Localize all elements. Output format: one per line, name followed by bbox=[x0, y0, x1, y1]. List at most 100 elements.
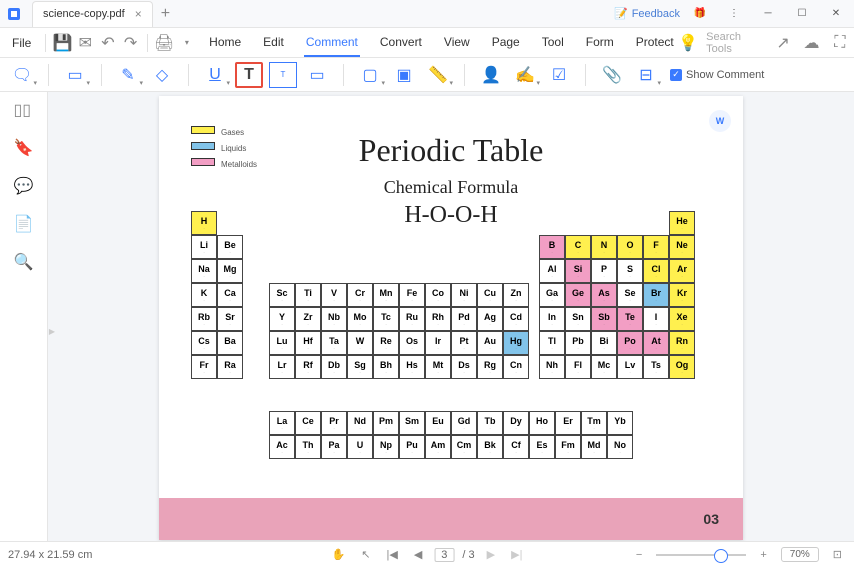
element-Ra: Ra. bbox=[217, 355, 243, 379]
document-viewer[interactable]: ▶ W GasesLiquidsMetalloids Periodic Tabl… bbox=[48, 92, 854, 541]
feedback-button[interactable]: 📝 Feedback bbox=[614, 7, 680, 20]
hide-tool[interactable]: ⊟ bbox=[632, 62, 660, 88]
pdf-page: W GasesLiquidsMetalloids Periodic Table … bbox=[159, 96, 743, 540]
element-Al: Al. bbox=[539, 259, 565, 283]
element-Mo: Mo. bbox=[347, 307, 373, 331]
page-number: 03 bbox=[703, 511, 719, 527]
element-Cr: Cr. bbox=[347, 283, 373, 307]
element-Bk: Bk. bbox=[477, 435, 503, 459]
select-tool-icon[interactable]: ↖ bbox=[357, 546, 374, 563]
separator bbox=[343, 64, 344, 86]
separator bbox=[45, 34, 46, 52]
print-icon[interactable]: 🖨 bbox=[154, 32, 175, 54]
pencil-tool[interactable]: ✎ bbox=[114, 62, 142, 88]
thumbnails-icon[interactable]: ▯▯ bbox=[14, 100, 34, 120]
note-tool[interactable]: 🗨 bbox=[8, 62, 36, 88]
gift-icon[interactable]: 🎁 bbox=[686, 3, 714, 25]
expand-icon[interactable]: ⛶ bbox=[830, 32, 850, 54]
highlight-tool[interactable]: ▭ bbox=[61, 62, 89, 88]
element-Fe: Fe. bbox=[399, 283, 425, 307]
element-Gd: Gd. bbox=[451, 411, 477, 435]
bookmark-icon[interactable]: 🔖 bbox=[14, 138, 34, 158]
current-page[interactable]: 3 bbox=[434, 548, 454, 562]
element-Bh: Bh. bbox=[373, 355, 399, 379]
menu-tab-convert[interactable]: Convert bbox=[378, 29, 424, 57]
redo-icon[interactable]: ↷ bbox=[120, 32, 141, 54]
prev-page-icon[interactable]: ◀ bbox=[410, 546, 426, 563]
hand-tool-icon[interactable]: ✋ bbox=[328, 546, 350, 563]
close-window-button[interactable]: ✕ bbox=[822, 3, 850, 25]
element-Cs: Cs. bbox=[191, 331, 217, 355]
menubar: File 💾 ✉ ↶ ↷ 🖨 ▾ Home Edit Comment Convert V… bbox=[0, 28, 854, 58]
file-menu[interactable]: File bbox=[4, 32, 39, 54]
next-page-icon[interactable]: ▶ bbox=[483, 546, 499, 563]
print-dropdown[interactable]: ▾ bbox=[177, 32, 198, 54]
search-tools[interactable]: Search Tools bbox=[706, 31, 765, 55]
undo-icon[interactable]: ↶ bbox=[98, 32, 119, 54]
fit-page-icon[interactable]: ⊡ bbox=[829, 546, 846, 563]
menu-tab-home[interactable]: Home bbox=[207, 29, 243, 57]
element-Sg: Sg. bbox=[347, 355, 373, 379]
element-Br: Br. bbox=[643, 283, 669, 307]
person-tool[interactable]: 👤 bbox=[477, 62, 505, 88]
menu-tab-view[interactable]: View bbox=[442, 29, 472, 57]
first-page-icon[interactable]: |◀ bbox=[382, 546, 401, 563]
share-icon[interactable]: ↗ bbox=[773, 32, 793, 54]
more-icon[interactable]: ⋮ bbox=[720, 3, 748, 25]
element-Hf: Hf. bbox=[295, 331, 321, 355]
save-icon[interactable]: 💾 bbox=[52, 32, 73, 54]
element-Md: Md. bbox=[581, 435, 607, 459]
cloud-icon[interactable]: ☁ bbox=[801, 32, 821, 54]
menu-tab-form[interactable]: Form bbox=[584, 29, 616, 57]
search-panel-icon[interactable]: 🔍 bbox=[14, 252, 34, 272]
element-Ge: Ge. bbox=[565, 283, 591, 307]
mail-icon[interactable]: ✉ bbox=[75, 32, 96, 54]
last-page-icon[interactable]: ▶| bbox=[507, 546, 526, 563]
zoom-percent[interactable]: 70% bbox=[781, 547, 819, 562]
stamp-tool[interactable]: ▣ bbox=[390, 62, 418, 88]
attachment-panel-icon[interactable]: 📄 bbox=[14, 214, 34, 234]
element-Ac: Ac. bbox=[269, 435, 295, 459]
shape-tool[interactable]: ▢ bbox=[356, 62, 384, 88]
attachment-tool[interactable]: 📎 bbox=[598, 62, 626, 88]
page-navigation: ✋ ↖ |◀ ◀ 3 / 3 ▶ ▶| bbox=[328, 546, 527, 563]
menu-tab-page[interactable]: Page bbox=[490, 29, 522, 57]
new-tab-button[interactable]: + bbox=[161, 5, 170, 23]
element-Mt: Mt. bbox=[425, 355, 451, 379]
element-Lv: Lv. bbox=[617, 355, 643, 379]
document-tab[interactable]: science-copy.pdf × bbox=[32, 1, 153, 27]
menu-tab-comment[interactable]: Comment bbox=[304, 29, 360, 57]
element-Er: Er. bbox=[555, 411, 581, 435]
minimize-button[interactable]: ─ bbox=[754, 3, 782, 25]
underline-tool[interactable]: U bbox=[201, 62, 229, 88]
element-Hs: Hs. bbox=[399, 355, 425, 379]
sidebar-expand-handle[interactable]: ▶ bbox=[48, 317, 56, 347]
close-tab-icon[interactable]: × bbox=[135, 7, 142, 21]
zoom-in-icon[interactable]: + bbox=[756, 547, 770, 563]
eraser-tool[interactable]: ◇ bbox=[148, 62, 176, 88]
typewriter-tool[interactable]: T bbox=[235, 62, 263, 88]
element-Db: Db. bbox=[321, 355, 347, 379]
measure-tool[interactable]: 📏 bbox=[424, 62, 452, 88]
element-Sn: Sn. bbox=[565, 307, 591, 331]
zoom-slider[interactable] bbox=[656, 554, 746, 556]
word-export-badge[interactable]: W bbox=[709, 110, 731, 132]
show-comment-toggle[interactable]: ✓ Show Comment bbox=[670, 69, 764, 81]
menu-tab-protect[interactable]: Protect bbox=[634, 29, 676, 57]
bulb-icon[interactable]: 💡 bbox=[678, 32, 698, 54]
menu-tab-tool[interactable]: Tool bbox=[540, 29, 566, 57]
element-Rb: Rb. bbox=[191, 307, 217, 331]
callout-tool[interactable]: ▭ bbox=[303, 62, 331, 88]
zoom-out-icon[interactable]: − bbox=[632, 547, 646, 563]
textbox-tool[interactable]: T bbox=[269, 62, 297, 88]
element-Eu: Eu. bbox=[425, 411, 451, 435]
comment-panel-icon[interactable]: 💬 bbox=[14, 176, 34, 196]
element-Pa: Pa. bbox=[321, 435, 347, 459]
maximize-button[interactable]: ☐ bbox=[788, 3, 816, 25]
element-Tl: Tl. bbox=[539, 331, 565, 355]
feedback-label: Feedback bbox=[632, 8, 680, 20]
approve-tool[interactable]: ☑ bbox=[545, 62, 573, 88]
element-No: No. bbox=[607, 435, 633, 459]
menu-tab-edit[interactable]: Edit bbox=[261, 29, 286, 57]
sign-tool[interactable]: ✍ bbox=[511, 62, 539, 88]
